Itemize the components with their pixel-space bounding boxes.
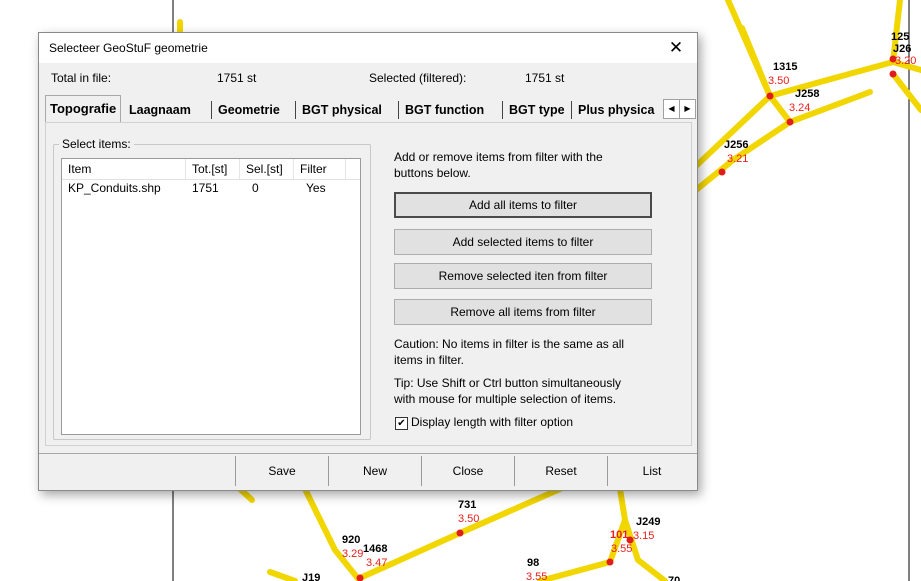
column-header-filter[interactable]: Filter [294,159,346,179]
tab-geometrie[interactable]: Geometrie [214,99,284,121]
title-bar[interactable]: Selecteer GeoStuF geometrie ✕ [39,33,697,63]
tab-plus-physical[interactable]: Plus physica [574,99,658,121]
tab-bgt-function[interactable]: BGT function [401,99,488,121]
checkmark-icon: ✔ [397,418,406,429]
selected-label: Selected (filtered): [369,71,467,85]
tab-bgt-type[interactable]: BGT type [505,99,569,121]
new-button[interactable]: New [328,456,421,486]
column-header-item[interactable]: Item [62,159,186,179]
tip-line: with mouse for multiple selection of ite… [394,392,617,406]
listview-header: Item Tot.[st] Sel.[st] Filter [62,159,360,180]
group-title: Select items: [59,137,134,151]
node-label: 70 [668,575,680,581]
node-value: 3.50 [458,513,479,525]
node-label: 731 [458,499,476,511]
tab-separator [211,101,212,119]
node-label: 1468 [363,543,387,555]
node-value: 3.55 [526,571,547,581]
tab-separator [398,101,399,119]
node-label: 98 [527,557,539,569]
tab-separator [502,101,503,119]
caution-line: items in filter. [394,353,465,367]
node-label: 920 [342,534,360,546]
node-value: 3.20 [895,55,916,67]
column-header-sel[interactable]: Sel.[st] [240,159,294,179]
selected-value: 1751 st [525,71,565,85]
add-all-button[interactable]: Add all items to filter [394,192,652,218]
node-label: 125 [891,31,909,43]
tab-separator [295,101,296,119]
tab-bgt-physical[interactable]: BGT physical [298,99,386,121]
tab-scroll-left-icon[interactable]: ◀ [663,99,680,119]
tab-strip: Topografie Laagnaam Geometrie BGT physic… [45,95,697,123]
node-value: 3.55 [611,543,632,555]
tab-topografie[interactable]: Topografie [45,95,122,122]
node-value: 3.15 [633,530,654,542]
add-selected-button[interactable]: Add selected items to filter [394,229,652,255]
node-label: J19 [302,572,320,581]
save-button[interactable]: Save [235,456,328,486]
remove-all-button[interactable]: Remove all items from filter [394,299,652,325]
tab-laagnaam[interactable]: Laagnaam [125,99,195,121]
caution-text: Caution: No items in filter is the same … [394,336,624,368]
total-value: 1751 st [217,71,257,85]
close-button[interactable]: Close [421,456,514,486]
tab-scroll-right-icon[interactable]: ▶ [679,99,696,119]
list-button[interactable]: List [607,456,696,486]
cell-tot: 1751 [192,181,219,195]
node-value: 3.24 [789,102,810,114]
caution-line: Caution: No items in filter is the same … [394,337,625,351]
remove-selected-button[interactable]: Remove selected iten from filter [394,263,652,289]
close-icon[interactable]: ✕ [661,36,691,60]
cell-sel: 0 [252,181,259,195]
help-line: buttons below. [394,166,471,180]
help-line: Add or remove items from filter with the [394,150,603,164]
dialog-title: Selecteer GeoStuF geometrie [49,41,208,55]
node-value: 3.47 [366,557,387,569]
node-value: 3.21 [727,153,748,165]
node-label: J258 [795,88,819,100]
geostuf-dialog: Selecteer GeoStuF geometrie ✕ Total in f… [38,32,698,491]
reset-button[interactable]: Reset [514,456,607,486]
column-header-tot[interactable]: Tot.[st] [186,159,240,179]
node-label: 1315 [773,61,797,73]
node-label: J249 [636,516,660,528]
total-label: Total in file: [51,71,112,85]
items-listview[interactable]: Item Tot.[st] Sel.[st] Filter KP_Conduit… [61,158,361,435]
node-value: 3.29 [342,548,363,560]
tab-separator [571,101,572,119]
cell-item: KP_Conduits.shp [68,181,161,195]
node-label: J26 [893,43,911,55]
node-value: 3.50 [768,75,789,87]
display-length-checkbox[interactable]: ✔ [395,417,408,430]
node-label: J256 [724,139,748,151]
help-instructions: Add or remove items from filter with the… [394,149,603,181]
tip-text: Tip: Use Shift or Ctrl button simultaneo… [394,375,621,407]
cell-filter: Yes [306,181,326,195]
node-value: 101 [610,529,628,541]
tip-line: Tip: Use Shift or Ctrl button simultaneo… [394,376,621,390]
display-length-label[interactable]: Display length with filter option [411,415,573,429]
